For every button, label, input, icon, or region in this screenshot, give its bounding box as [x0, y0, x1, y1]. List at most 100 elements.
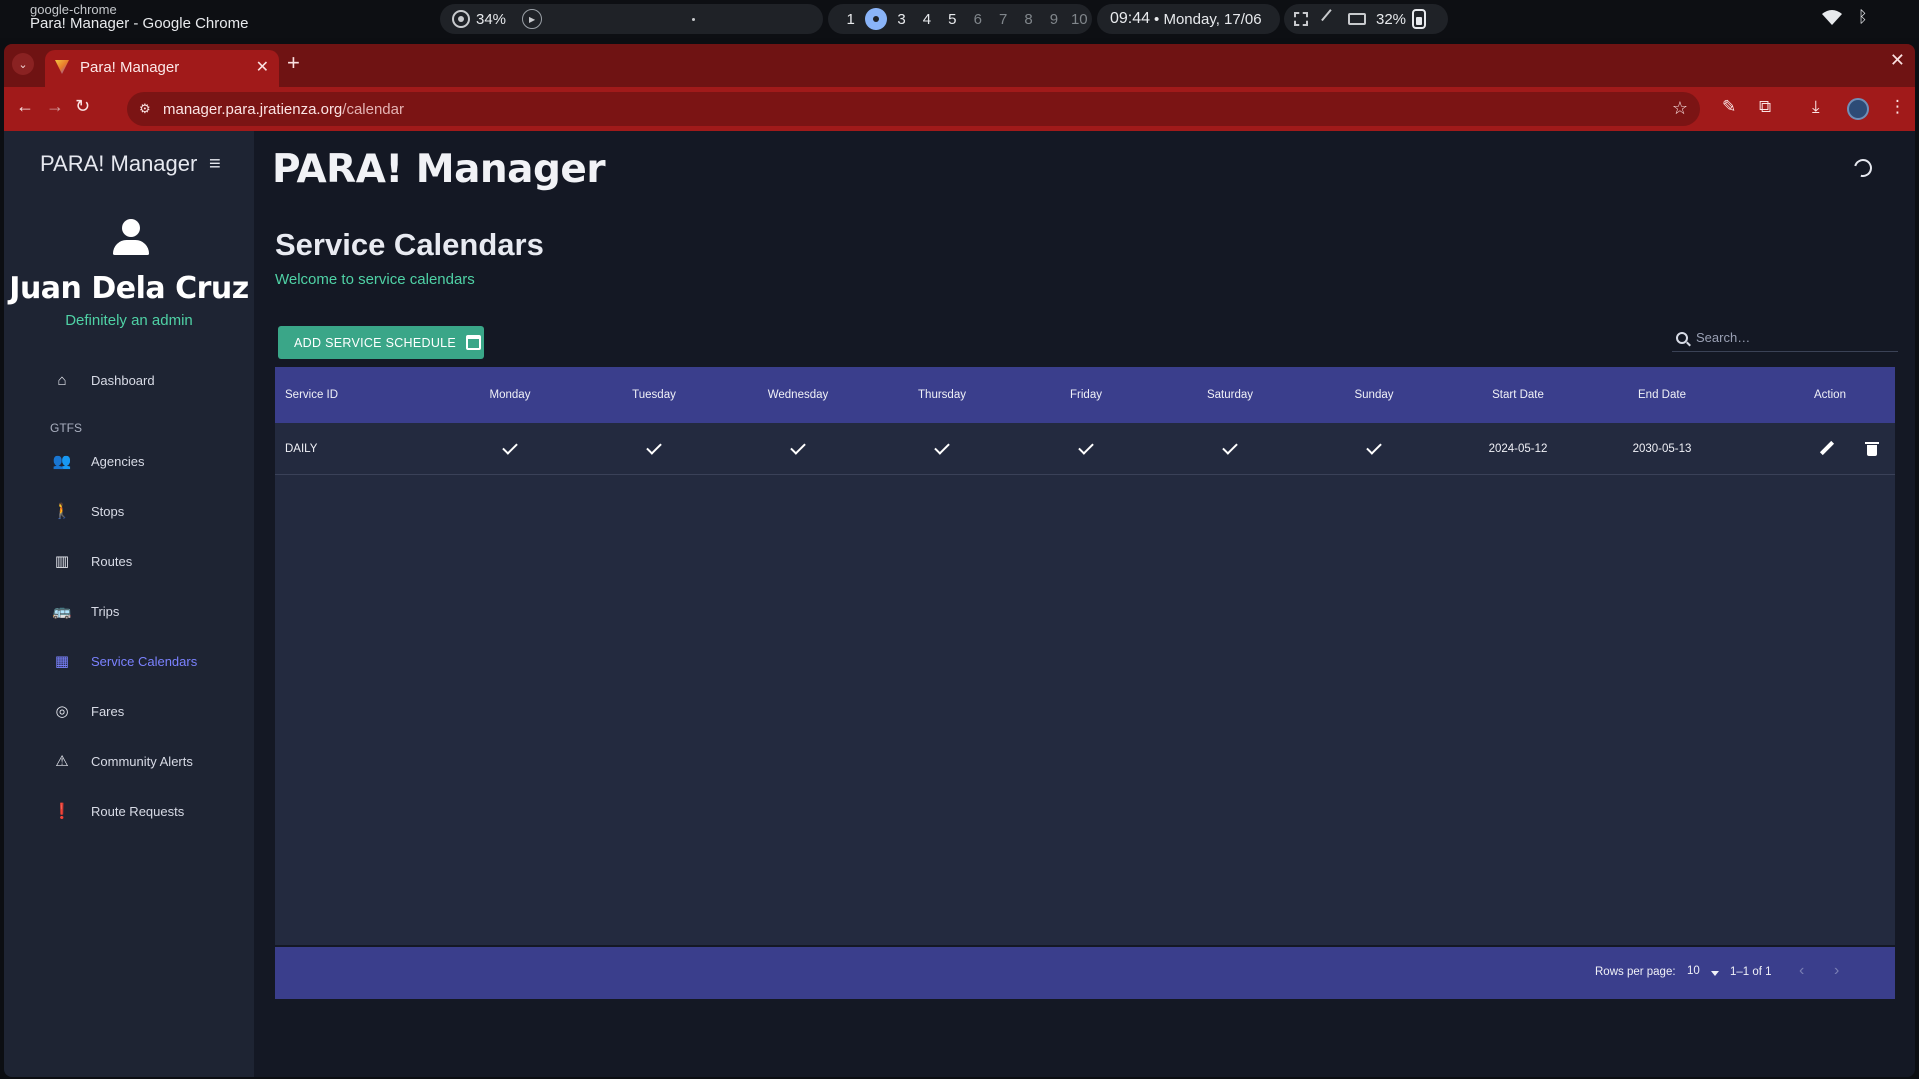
edit-pencil-icon[interactable]: [1815, 423, 1839, 474]
sidebar-item-label: Community Alerts: [91, 753, 193, 769]
sidebar-item-service-calendars[interactable]: ▦ Service Calendars: [52, 646, 252, 676]
address-bar[interactable]: ⚙ manager.para.jratienza.org/calendar ☆: [127, 92, 1700, 126]
hamburger-menu-icon[interactable]: ≡: [209, 153, 221, 176]
screenshot-icon[interactable]: [1294, 12, 1308, 26]
column-header[interactable]: Service ID: [285, 367, 338, 423]
browser-window: ⌄ Para! Manager ✕ + ✕ ← → ↻ ⚙ manager.pa…: [4, 44, 1915, 1077]
pen-icon[interactable]: [1321, 9, 1341, 29]
tab-strip: ⌄ Para! Manager ✕ + ✕: [4, 44, 1915, 87]
monday-check-icon: [465, 423, 555, 474]
page-title: Service Calendars: [275, 227, 544, 262]
sidebar-item-label: Route Requests: [91, 803, 185, 819]
chevron-down-icon[interactable]: [1711, 971, 1719, 976]
os-window-title: Para! Manager - Google Chrome: [30, 15, 249, 32]
sidebar-item-label: Fares: [91, 703, 125, 719]
workspace-3[interactable]: 3: [889, 11, 914, 28]
home-icon: ⌂: [57, 371, 67, 389]
workspace-1[interactable]: 1: [838, 11, 863, 28]
forward-icon[interactable]: →: [46, 96, 64, 117]
workspace-7[interactable]: 7: [990, 11, 1015, 28]
workspace-4[interactable]: 4: [914, 11, 939, 28]
play-icon[interactable]: ▶: [522, 9, 543, 29]
rows-per-page-label: Rows per page:: [1595, 966, 1676, 978]
sidebar-item-stops[interactable]: 🚶 Stops: [52, 496, 252, 526]
window-close-icon[interactable]: ✕: [1890, 50, 1905, 71]
tab-search-icon[interactable]: ⌄: [12, 53, 34, 75]
sunday-check-icon: [1329, 423, 1419, 474]
search-input[interactable]: [1696, 330, 1886, 345]
os-media-pill: 34% ▶: [440, 4, 823, 34]
browser-tab-active[interactable]: Para! Manager ✕: [45, 50, 279, 87]
sidebar-item-route-requests[interactable]: ❗ Route Requests: [52, 796, 252, 826]
bookmark-star-icon[interactable]: ☆: [1672, 98, 1688, 119]
para-favicon-icon: [55, 60, 69, 74]
column-header[interactable]: Tuesday: [609, 367, 699, 423]
os-clock[interactable]: 09:44 • Monday, 17/06: [1097, 4, 1280, 34]
bus-icon: 🚌: [52, 603, 72, 620]
table-row[interactable]: DAILY 2024-05-12 2030-05-13: [275, 423, 1895, 475]
workspace-switcher: 1 3 4 5 6 7 8 9 10: [828, 4, 1092, 34]
column-header[interactable]: Start Date: [1473, 367, 1563, 423]
sidebar-item-routes[interactable]: ▥ Routes: [52, 546, 252, 576]
reload-icon[interactable]: ↻: [75, 96, 90, 117]
column-header: Action: [1814, 389, 1846, 401]
site-info-icon[interactable]: ⚙: [139, 101, 151, 117]
user-avatar-icon: [113, 219, 149, 259]
extension-pen-icon[interactable]: ✎: [1722, 97, 1736, 117]
sidebar: PARA! Manager ≡ Juan Dela Cruz Definitel…: [4, 131, 254, 1077]
search-icon: [1676, 331, 1688, 344]
profile-avatar-icon[interactable]: [1847, 98, 1869, 120]
chrome-menu-icon[interactable]: ⋮: [1889, 97, 1906, 117]
friday-check-icon: [1041, 423, 1131, 474]
column-header[interactable]: Saturday: [1185, 367, 1275, 423]
sidebar-item-dashboard[interactable]: ⌂ Dashboard: [52, 365, 252, 395]
web-page: PARA! Manager ≡ Juan Dela Cruz Definitel…: [4, 131, 1915, 1077]
clock-date: • Monday, 17/06: [1154, 10, 1262, 28]
extensions-puzzle-icon[interactable]: ⧉: [1759, 97, 1771, 117]
download-icon[interactable]: ⤓: [1812, 97, 1820, 117]
column-header[interactable]: Wednesday: [753, 367, 843, 423]
back-icon[interactable]: ←: [16, 96, 34, 117]
column-header[interactable]: Thursday: [897, 367, 987, 423]
saturday-check-icon: [1185, 423, 1275, 474]
sidebar-item-agencies[interactable]: 👥 Agencies: [52, 446, 252, 476]
pagination-range: 1–1 of 1: [1730, 966, 1772, 978]
keyboard-icon[interactable]: [1348, 13, 1366, 25]
column-header[interactable]: Monday: [465, 367, 555, 423]
workspace-2-active[interactable]: [865, 8, 887, 30]
sidebar-brand: PARA! Manager: [40, 151, 198, 176]
tab-close-icon[interactable]: ✕: [256, 57, 269, 77]
sidebar-item-label: Stops: [91, 503, 125, 519]
end-date-cell: 2030-05-13: [1632, 442, 1692, 455]
service-calendar-table: Service ID Monday Tuesday Wednesday Thur…: [275, 367, 1895, 945]
battery-icon: [1412, 9, 1427, 29]
workspace-5[interactable]: 5: [940, 11, 965, 28]
app-title: PARA! Manager: [272, 147, 606, 192]
bluetooth-icon[interactable]: ᛒ: [1858, 9, 1868, 27]
column-header[interactable]: End Date: [1617, 367, 1707, 423]
user-role: Definitely an admin: [65, 312, 193, 329]
cpu-usage: 34%: [476, 10, 507, 28]
column-header[interactable]: Sunday: [1329, 367, 1419, 423]
rows-per-page-select[interactable]: 10: [1687, 965, 1700, 977]
delete-trash-icon[interactable]: [1860, 423, 1884, 474]
add-service-schedule-button[interactable]: ADD SERVICE SCHEDULE: [278, 326, 484, 359]
os-top-bar: google-chrome Para! Manager - Google Chr…: [0, 0, 1919, 38]
table-header: Service ID Monday Tuesday Wednesday Thur…: [275, 367, 1895, 423]
sidebar-item-community-alerts[interactable]: ⚠ Community Alerts: [52, 746, 252, 776]
sidebar-item-trips[interactable]: 🚌 Trips: [52, 596, 252, 626]
workspace-8[interactable]: 8: [1016, 11, 1041, 28]
workspace-9[interactable]: 9: [1041, 11, 1066, 28]
cpu-icon: [452, 10, 470, 28]
next-page-icon[interactable]: ›: [1834, 962, 1839, 980]
sidebar-item-fares[interactable]: ◎ Fares: [52, 696, 252, 726]
previous-page-icon[interactable]: ‹: [1799, 962, 1804, 980]
sidebar-item-label: Dashboard: [91, 372, 155, 388]
workspace-10[interactable]: 10: [1067, 11, 1092, 28]
dark-mode-toggle-icon[interactable]: [1850, 155, 1876, 181]
wifi-icon[interactable]: [1822, 10, 1842, 26]
new-tab-icon[interactable]: +: [287, 50, 300, 76]
browser-toolbar: ← → ↻ ⚙ manager.para.jratienza.org/calen…: [4, 87, 1915, 131]
workspace-6[interactable]: 6: [965, 11, 990, 28]
column-header[interactable]: Friday: [1041, 367, 1131, 423]
